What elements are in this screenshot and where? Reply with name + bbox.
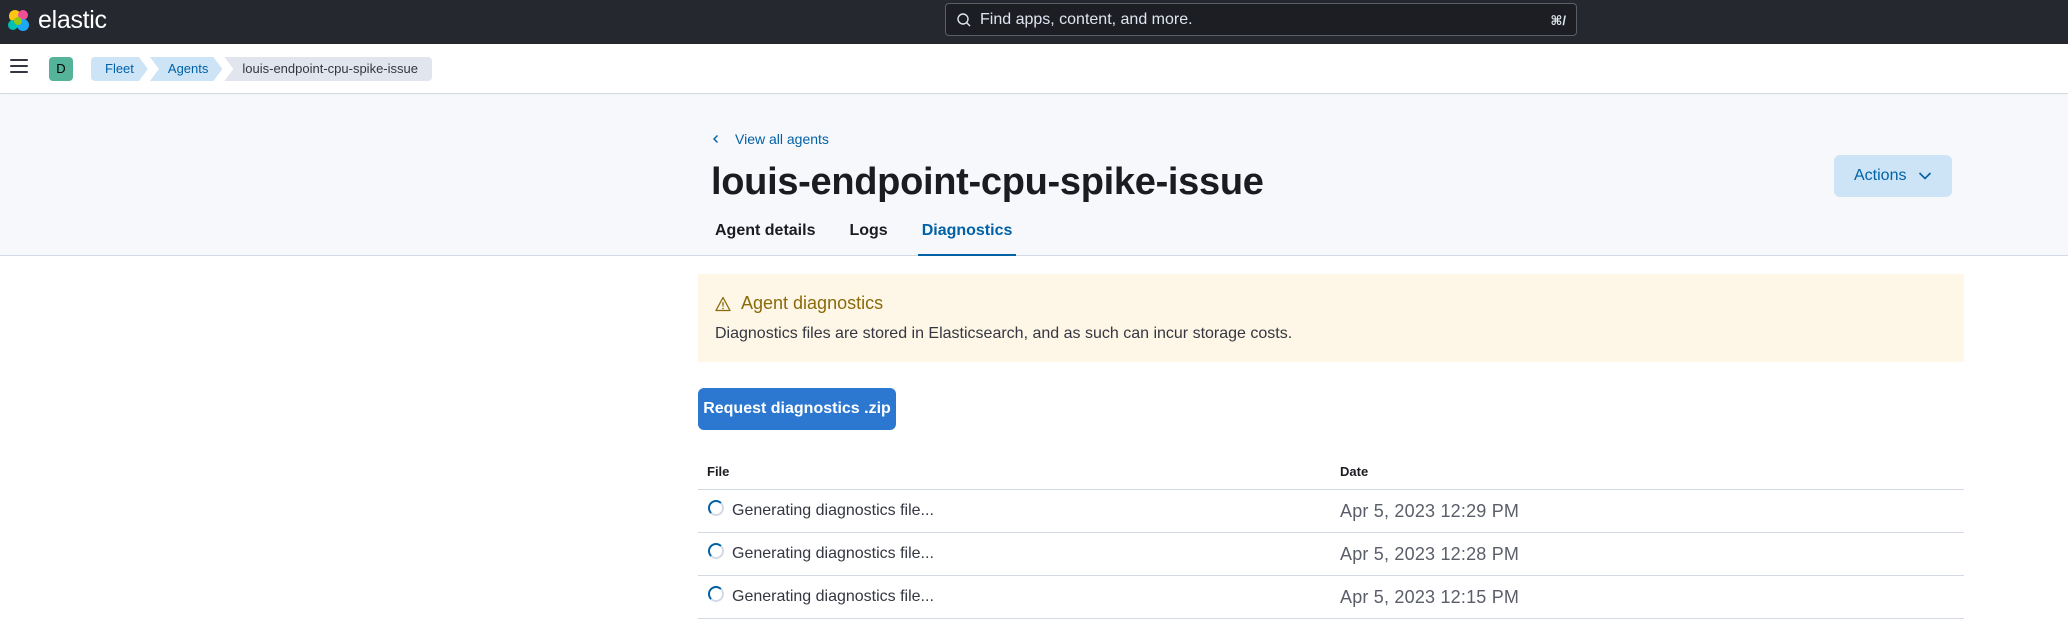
hamburger-icon-line xyxy=(10,59,28,61)
callout-title-text: Agent diagnostics xyxy=(741,293,884,313)
tab-diagnostics[interactable]: Diagnostics xyxy=(917,217,1017,256)
loading-spinner-icon xyxy=(708,586,724,602)
actions-button[interactable]: Actions xyxy=(1834,155,1952,197)
hamburger-icon-line xyxy=(10,71,28,73)
breadcrumb: Fleet Agents louis-endpoint-cpu-spike-is… xyxy=(91,57,434,81)
search-input[interactable]: Find apps, content, and more. xyxy=(980,11,1193,29)
callout-body: Diagnostics files are stored in Elastics… xyxy=(715,325,1293,342)
menu-toggle-button[interactable] xyxy=(10,59,28,75)
callout-title: Agent diagnostics xyxy=(715,293,883,314)
top-header: elastic Find apps, content, and more. ⌘/ xyxy=(0,0,2068,44)
actions-label: Actions xyxy=(1854,167,1907,184)
date-cell: Apr 5, 2023 12:29 PM xyxy=(1340,501,1520,521)
table-row: Generating diagnostics file... Apr 5, 20… xyxy=(698,576,1964,619)
file-cell: Generating diagnostics file... xyxy=(732,502,934,519)
tab-agent-details[interactable]: Agent details xyxy=(711,217,819,256)
date-cell: Apr 5, 2023 12:15 PM xyxy=(1340,587,1520,607)
breadcrumb-bar: D Fleet Agents louis-endpoint-cpu-spike-… xyxy=(0,44,2068,94)
chevron-left-icon xyxy=(713,135,718,143)
view-all-agents-link[interactable]: View all agents xyxy=(711,131,829,147)
date-cell: Apr 5, 2023 12:28 PM xyxy=(1340,544,1520,564)
agent-tabs: Agent details Logs Diagnostics xyxy=(711,217,1042,256)
diagnostics-callout: Agent diagnostics Diagnostics files are … xyxy=(698,274,1964,362)
breadcrumb-fleet[interactable]: Fleet xyxy=(91,57,148,81)
table-row: Generating diagnostics file... Apr 5, 20… xyxy=(698,533,1964,576)
loading-spinner-icon xyxy=(708,543,724,559)
space-avatar[interactable]: D xyxy=(49,57,73,81)
tab-logs[interactable]: Logs xyxy=(845,217,891,256)
table-row: Generating diagnostics file... Apr 5, 20… xyxy=(698,490,1964,533)
warning-icon xyxy=(715,296,731,311)
breadcrumb-current-agent: louis-endpoint-cpu-spike-issue xyxy=(224,57,432,81)
search-shortcut: ⌘/ xyxy=(1550,13,1566,28)
brand-name: elastic xyxy=(38,6,107,34)
file-cell: Generating diagnostics file... xyxy=(732,588,934,605)
file-cell: Generating diagnostics file... xyxy=(732,545,934,562)
elastic-logo[interactable]: elastic xyxy=(6,6,107,35)
page-title: louis-endpoint-cpu-spike-issue xyxy=(711,161,1264,203)
request-diagnostics-button[interactable]: Request diagnostics .zip xyxy=(698,388,896,430)
global-search[interactable]: Find apps, content, and more. ⌘/ xyxy=(945,3,1577,36)
column-header-date[interactable]: Date xyxy=(1340,464,1368,479)
page-header: View all agents louis-endpoint-cpu-spike… xyxy=(0,95,2068,256)
diagnostics-table: File Date Generating diagnostics file...… xyxy=(698,452,1964,619)
column-header-file[interactable]: File xyxy=(707,464,729,479)
search-icon xyxy=(957,13,971,27)
elastic-logo-icon xyxy=(8,9,29,31)
view-all-agents-label: View all agents xyxy=(735,131,829,147)
breadcrumb-agents[interactable]: Agents xyxy=(150,57,222,81)
hamburger-icon-line xyxy=(10,65,28,67)
chevron-down-icon xyxy=(1918,172,1932,180)
table-header: File Date xyxy=(698,452,1964,490)
loading-spinner-icon xyxy=(708,500,724,516)
